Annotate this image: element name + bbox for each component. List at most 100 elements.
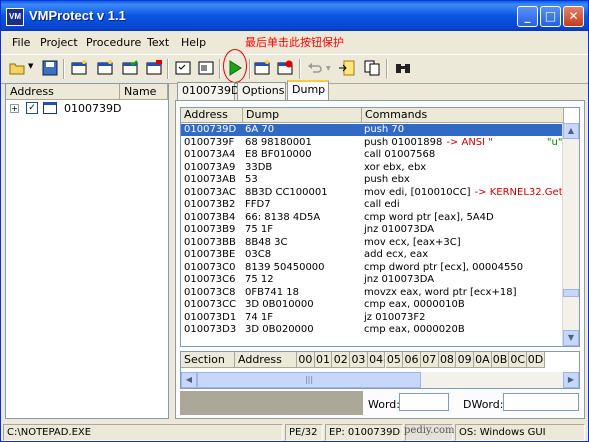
tab-procedure[interactable]: 0100739D	[177, 82, 239, 100]
minimize-button[interactable]: _	[517, 6, 538, 27]
table-row[interactable]: 010073B2 FFD7 call edi	[181, 199, 564, 211]
section-header-cell[interactable]: 0C	[509, 352, 528, 368]
toolbar-separator	[167, 59, 169, 79]
menu-procedure[interactable]: Procedure	[86, 36, 141, 49]
grid-header-commands[interactable]: Commands	[362, 108, 564, 123]
title-bar[interactable]: VM VMProtect v 1.1 _ □ ✕	[1, 1, 588, 31]
word-field[interactable]	[399, 393, 449, 411]
table-row[interactable]: 010073C8 0FB741 18 movzx eax, word ptr [ec…	[181, 287, 564, 299]
tab-dump[interactable]: Dump	[287, 80, 329, 101]
add-procedure-icon[interactable]	[97, 60, 113, 76]
table-row[interactable]: 010073BB 8B48 3C mov ecx, [eax+3C]	[181, 237, 564, 249]
row-address: 010073D3	[184, 324, 237, 335]
table-row[interactable]: 010073C0 8139 50450000 cmp dword ptr [ecx]…	[181, 262, 564, 274]
undo-dropdown-icon[interactable]: ▼	[326, 65, 331, 72]
scroll-thumb[interactable]: |||	[197, 372, 421, 388]
toolbar-separator	[63, 59, 65, 79]
save-icon[interactable]	[42, 60, 58, 76]
menu-project[interactable]: Project	[40, 36, 78, 49]
dword-field[interactable]	[503, 393, 579, 411]
table-row[interactable]: 010073BE 03C8 add ecx, eax	[181, 249, 564, 261]
error-window-icon[interactable]	[277, 60, 293, 76]
table-row[interactable]: 010073AC 8B3D CC100001 mov edi, [010010CC]…	[181, 187, 571, 199]
find-binoculars-icon[interactable]	[395, 60, 411, 76]
status-ep: EP: 0100739D	[325, 424, 403, 441]
vertical-scrollbar[interactable]: ▲ ▼	[562, 123, 579, 346]
scroll-up-button[interactable]: ▲	[563, 123, 579, 139]
section-header-cell[interactable]: 02	[332, 352, 351, 368]
section-header-cell[interactable]: 00	[297, 352, 315, 368]
goto-icon[interactable]	[339, 60, 355, 76]
check-procedure-icon[interactable]	[122, 60, 138, 76]
row-dump: E8 BF010000	[245, 149, 312, 160]
row-command: mov ecx, [eax+3C]	[364, 237, 461, 249]
grid-header-dump[interactable]: Dump	[243, 108, 362, 123]
row-address: 010073B4	[184, 211, 236, 223]
app-window: VM VMProtect v 1.1 _ □ ✕ File Project Pr…	[0, 0, 589, 442]
tab-options[interactable]: Options	[237, 82, 286, 100]
section-header-cell[interactable]: 0B	[491, 352, 510, 368]
section-header-cell[interactable]: 0D	[527, 352, 545, 368]
section-header-cell[interactable]: 01	[314, 352, 333, 368]
expand-icon[interactable]: +	[10, 104, 19, 113]
new-window-icon[interactable]	[254, 60, 270, 76]
procedure-tree[interactable]: Address Name + ✓ 0100739D	[5, 83, 169, 419]
section-header-cell[interactable]: 06	[403, 352, 421, 368]
row-command: cmp eax, 0000020B	[364, 324, 465, 336]
section-grid[interactable]: Section Address 00 01 02 03 04 05 06 07 08 09 0A 0B 0C…	[180, 351, 580, 389]
scroll-thumb[interactable]	[563, 289, 579, 297]
menu-text[interactable]: Text	[147, 36, 169, 49]
row-command: cmp eax, 0000010B	[364, 299, 465, 311]
tree-header-name[interactable]: Name	[120, 84, 168, 100]
tree-item[interactable]: + ✓ 0100739D	[10, 102, 160, 116]
view-icon[interactable]	[198, 60, 214, 76]
tree-header-address[interactable]: Address	[6, 84, 120, 100]
table-row[interactable]: 010073A4 E8 BF010000 call 01007568	[181, 149, 564, 161]
table-row[interactable]: 0100739D 6A 70 push 70	[181, 124, 564, 136]
window-title: VMProtect v 1.1	[29, 8, 126, 23]
row-dump: 8B48 3C	[245, 236, 288, 248]
section-header-cell[interactable]: 03	[350, 352, 368, 368]
row-command-text: cmp eax, 0000020B	[364, 324, 465, 335]
table-row[interactable]: 010073D3 3D 0B020000 cmp eax, 0000020B	[181, 324, 564, 336]
section-header-cell[interactable]: Address	[235, 352, 297, 368]
table-row[interactable]: 010073AB 53 push ebx	[181, 174, 564, 186]
disassembly-grid[interactable]: Address Dump Commands 0100739D 6A 70 push …	[180, 107, 580, 347]
row-command-text: push ebx	[364, 174, 410, 185]
section-header-cell[interactable]: 0A	[474, 352, 492, 368]
open-dropdown-icon[interactable]: ▼	[28, 62, 33, 70]
row-dump: 0FB741 18	[245, 286, 299, 298]
close-button[interactable]: ✕	[563, 6, 584, 27]
table-row[interactable]: 010073CC 3D 0B010000 cmp eax, 0000010B	[181, 299, 564, 311]
menu-file[interactable]: File	[12, 36, 30, 49]
window-icon[interactable]	[71, 60, 87, 76]
menu-help[interactable]: Help	[181, 36, 206, 49]
open-folder-icon[interactable]	[9, 60, 25, 76]
tree-item-checkbox[interactable]: ✓	[26, 102, 38, 114]
section-header-cell[interactable]: 09	[456, 352, 474, 368]
section-header-cell[interactable]: 08	[438, 352, 457, 368]
section-header-cell[interactable]: 07	[420, 352, 439, 368]
table-row[interactable]: 010073B9 75 1F jnz 010073DA	[181, 224, 564, 236]
scroll-down-button[interactable]: ▼	[563, 330, 579, 346]
table-row[interactable]: 0100739F 68 98180001 push 01001898 -> ANSI …	[181, 137, 564, 149]
table-row[interactable]: 010073A9 33DB xor ebx, ebx	[181, 162, 564, 174]
section-header-cell[interactable]: 05	[385, 352, 404, 368]
row-command: push 70	[364, 124, 404, 136]
horizontal-scrollbar[interactable]: ◀ ||| ▶	[181, 372, 579, 388]
scroll-right-button[interactable]: ▶	[563, 372, 579, 388]
delete-procedure-icon[interactable]	[146, 60, 162, 76]
maximize-button[interactable]: □	[540, 6, 561, 27]
grid-header-address[interactable]: Address	[181, 108, 243, 123]
section-header-cell[interactable]: Section	[181, 352, 235, 368]
copy-icon[interactable]	[364, 60, 380, 76]
properties-icon[interactable]	[175, 60, 191, 76]
row-address: 010073A4	[184, 149, 236, 160]
tree-item-label: 0100739D	[64, 102, 122, 115]
scroll-left-button[interactable]: ◀	[181, 372, 197, 388]
section-header-cell[interactable]: 04	[367, 352, 386, 368]
table-row[interactable]: 010073D1 74 1F jz 010073F2	[181, 312, 564, 324]
undo-icon[interactable]	[307, 60, 323, 76]
table-row[interactable]: 010073B4 66: 8138 4D5A cmp word ptr [eax],…	[181, 212, 564, 224]
table-row[interactable]: 010073C6 75 12 jnz 010073DA	[181, 274, 564, 286]
